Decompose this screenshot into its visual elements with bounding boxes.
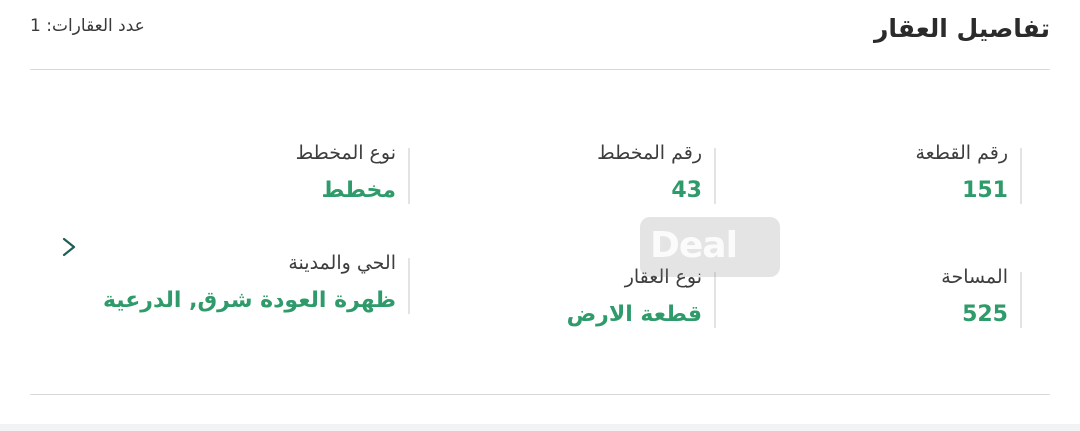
plot-number-label: رقم القطعة xyxy=(915,142,1008,164)
field-accent-bar xyxy=(714,272,716,328)
field-plot-number: رقم القطعة 151 xyxy=(722,142,1022,204)
footer-divider xyxy=(30,394,1050,395)
property-count: عدد العقارات: 1 xyxy=(30,16,145,36)
plan-number-label: رقم المخطط xyxy=(597,142,702,164)
field-district-city: الحي والمدينة ظهرة العودة شرق, الدرعية xyxy=(102,252,410,314)
deal-watermark-logo: Deal xyxy=(640,217,780,277)
page-title: تفاصيل العقار xyxy=(874,14,1050,43)
plan-number-value: 43 xyxy=(671,178,702,203)
watermark-text: Deal xyxy=(650,225,738,266)
plot-number-value: 151 xyxy=(962,178,1008,203)
field-accent-bar xyxy=(408,258,410,314)
field-accent-bar xyxy=(408,148,410,204)
district-city-value: ظهرة العودة شرق, الدرعية xyxy=(102,288,396,313)
header-divider xyxy=(30,69,1050,70)
field-plan-type: نوع المخطط مخطط xyxy=(110,142,410,204)
district-city-label: الحي والمدينة xyxy=(288,252,396,274)
plan-type-value: مخطط xyxy=(321,178,396,203)
chevron-right-icon[interactable] xyxy=(58,232,82,262)
field-accent-bar xyxy=(714,148,716,204)
property-type-value: قطعة الارض xyxy=(566,302,702,327)
footer-strip xyxy=(0,424,1080,431)
plan-type-label: نوع المخطط xyxy=(295,142,396,164)
field-accent-bar xyxy=(1020,148,1022,204)
area-value: 525 xyxy=(962,302,1008,327)
property-details-card: تفاصيل العقار عدد العقارات: 1 رقم القطعة… xyxy=(0,0,1080,431)
field-accent-bar xyxy=(1020,272,1022,328)
field-plan-number: رقم المخطط 43 xyxy=(416,142,716,204)
